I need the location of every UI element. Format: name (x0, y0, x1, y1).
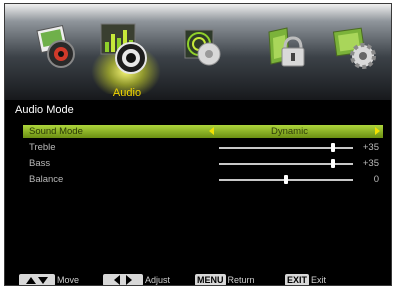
down-arrow-icon (38, 276, 48, 284)
hint-return: MENU Return (195, 273, 255, 285)
balance-value: 0 (373, 174, 379, 185)
balance-label: Balance (29, 174, 64, 185)
bass-label: Bass (29, 158, 51, 169)
photo-camera-icon (36, 24, 75, 68)
exit-hint-text: Exit (311, 275, 327, 285)
right-arrow-icon[interactable] (375, 127, 380, 135)
sound-mode-label: Sound Mode (29, 126, 83, 137)
hint-move: Move (19, 273, 80, 285)
balance-slider-knob[interactable] (284, 175, 288, 184)
menu-tab-bar: Audio (5, 4, 391, 100)
treble-slider-knob[interactable] (330, 143, 335, 152)
audio-equalizer-speaker-icon (100, 23, 147, 74)
left-right-key (103, 274, 143, 285)
footer-hints: Move Adjust MENU Return EXIT Exit (5, 273, 391, 285)
menu-key: MENU (195, 274, 226, 285)
tab-timer[interactable] (175, 20, 231, 78)
balance-row[interactable]: Balance 0 (23, 173, 383, 186)
right-key-arrow-icon (126, 275, 132, 285)
left-key-arrow-icon (114, 275, 120, 285)
gear-icon (332, 27, 376, 69)
bass-value: +35 (362, 158, 379, 169)
padlock-icon (268, 27, 305, 67)
section-title: Audio Mode (15, 104, 74, 116)
active-tab-label: Audio (112, 87, 142, 99)
bass-row[interactable]: Bass +35 (23, 157, 383, 170)
up-down-key (19, 274, 55, 285)
tv-osd-screen: Audio Audio Mode Sound Mode Dynamic Treb… (4, 3, 392, 286)
sound-mode-row[interactable]: Sound Mode Dynamic (23, 125, 383, 138)
tab-setup[interactable] (327, 20, 383, 78)
treble-label: Treble (29, 142, 56, 153)
tab-audio[interactable] (91, 18, 161, 94)
treble-value: +35 (362, 142, 379, 153)
return-hint-text: Return (227, 275, 255, 285)
tab-lock[interactable] (259, 20, 315, 78)
hint-exit: EXIT Exit (285, 273, 327, 285)
treble-row[interactable]: Treble +35 (23, 141, 383, 154)
bass-slider-knob[interactable] (330, 159, 335, 168)
move-hint-text: Move (57, 275, 80, 285)
left-arrow-icon[interactable] (209, 127, 214, 135)
tab-picture[interactable] (33, 20, 89, 78)
hint-adjust: Adjust (103, 273, 171, 285)
exit-key: EXIT (285, 274, 310, 285)
up-arrow-icon (26, 276, 36, 284)
adjust-hint-text: Adjust (145, 275, 171, 285)
clock-disc-icon (184, 29, 221, 66)
sound-mode-value: Dynamic (271, 126, 308, 137)
